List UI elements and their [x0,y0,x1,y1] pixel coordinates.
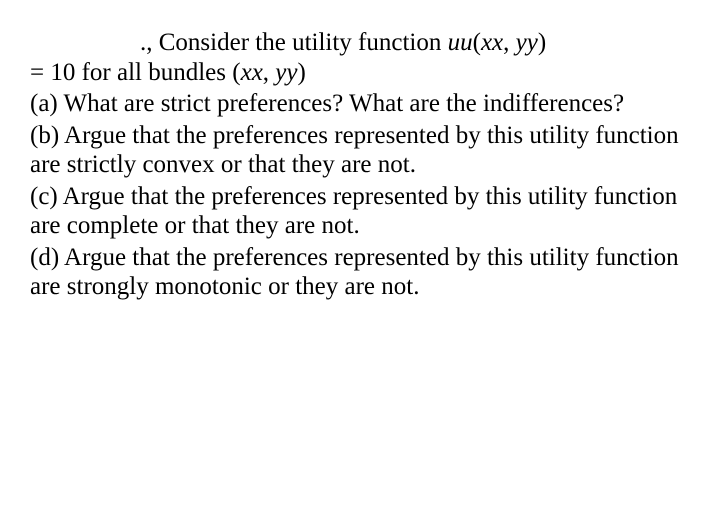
var-xx-2: xx [241,59,263,86]
close-paren-1: ) [538,29,546,56]
lead-punct: ., [140,29,153,56]
intro-text-2: = 10 for all bundles ( [30,59,241,86]
open-paren-1: ( [473,29,481,56]
part-d: (d) Argue that the preferences represent… [30,243,687,302]
comma-1: , [503,29,516,56]
part-a: (a) What are strict preferences? What ar… [30,89,687,119]
var-yy-2: yy [275,59,297,86]
close-paren-2: ) [298,59,306,86]
var-xx-1: xx [481,29,503,56]
part-c: (c) Argue that the preferences represent… [30,182,687,241]
part-b: (b) Argue that the preferences represent… [30,121,687,180]
var-uu: uu [448,29,473,56]
problem-text: ., Consider the utility function uu(xx, … [30,28,687,302]
var-yy-1: yy [516,29,538,56]
intro-text-1: Consider the utility function [153,29,448,56]
intro-block: ., Consider the utility function uu(xx, … [30,28,687,87]
comma-2: , [263,59,276,86]
